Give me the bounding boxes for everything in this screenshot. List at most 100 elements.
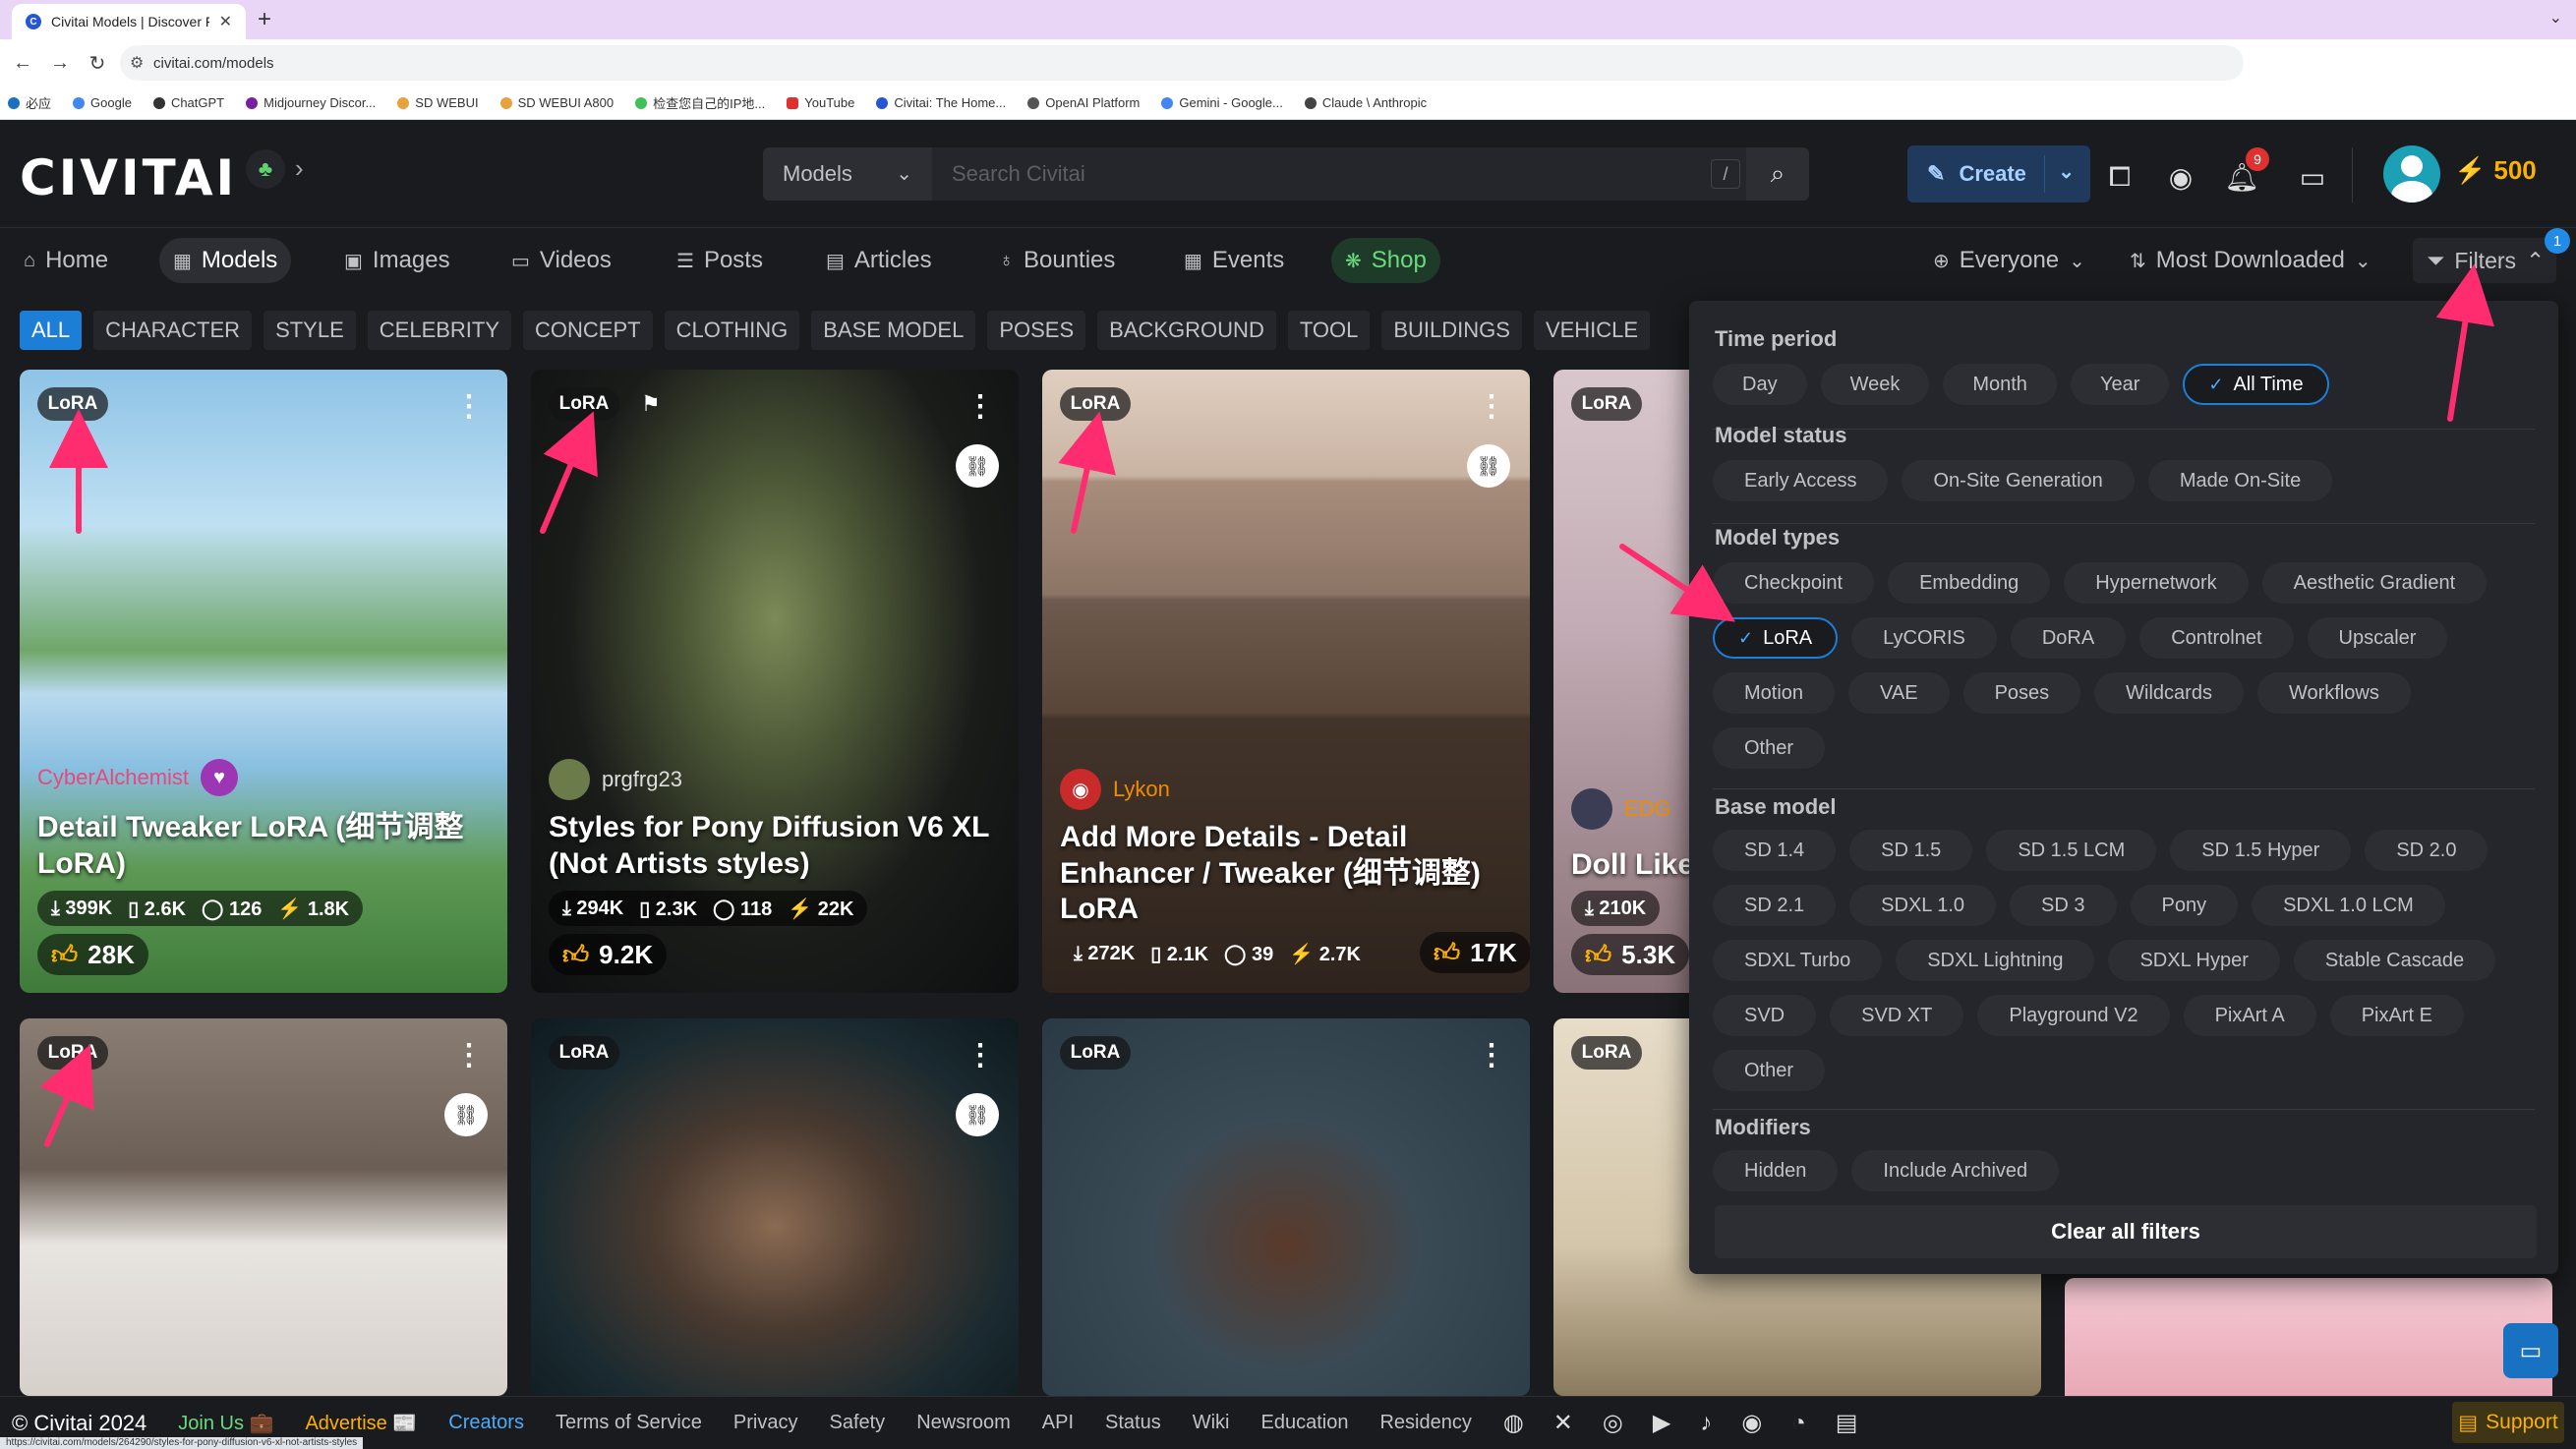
filter-chip-selected[interactable]: ✓ LoRA [1713, 617, 1839, 659]
footer-link-terms[interactable]: Terms of Service [556, 1412, 702, 1434]
filter-chip[interactable]: Early Access [1713, 460, 1889, 501]
reload-icon[interactable]: ↻ [79, 51, 116, 76]
creator-info[interactable]: ◉ Lykon [1060, 769, 1170, 810]
bookmark-item[interactable]: Claude \ Anthropic [1304, 95, 1427, 110]
github-icon[interactable]: ◔ [1791, 1410, 1806, 1437]
chat-icon[interactable]: ▭ [2295, 159, 2330, 195]
category-clothing[interactable]: CLOTHING [664, 311, 800, 350]
twitch-icon[interactable]: ▤ [1836, 1409, 1858, 1437]
category-celebrity[interactable]: CELEBRITY [367, 311, 512, 350]
bookmark-item[interactable]: 必应 [8, 93, 51, 112]
filter-chip[interactable]: Day [1713, 364, 1807, 405]
filter-chip[interactable]: Pony [2130, 885, 2239, 926]
filter-chip[interactable]: SD 1.5 Hyper [2170, 830, 2352, 871]
bookmark-item[interactable]: 检查您自己的IP地... [635, 93, 765, 112]
bookmark-item[interactable]: Civitai: The Home... [876, 95, 1006, 110]
more-menu-icon[interactable]: ⋮ [966, 389, 995, 424]
filter-chip[interactable]: SD 1.4 [1713, 830, 1837, 871]
filter-chip[interactable]: Made On-Site [2147, 460, 2333, 501]
close-tab-icon[interactable]: ✕ [219, 12, 232, 31]
category-background[interactable]: BACKGROUND [1097, 311, 1276, 350]
filter-chip[interactable]: Other [1713, 1050, 1826, 1091]
filter-chip[interactable]: SD 3 [2010, 885, 2117, 926]
instagram-icon[interactable]: ◎ [1603, 1409, 1623, 1437]
filter-chip-selected[interactable]: ✓ All Time [2183, 364, 2329, 405]
footer-link-education[interactable]: Education [1260, 1412, 1348, 1434]
filter-chip[interactable]: Include Archived [1851, 1150, 2060, 1191]
nav-events[interactable]: ▦ Events [1170, 238, 1298, 283]
filter-chip[interactable]: DoRA [2010, 617, 2127, 659]
likes-count[interactable]: 👍︎ 17K [1420, 932, 1530, 973]
more-menu-icon[interactable]: ⋮ [454, 1038, 484, 1072]
filter-chip[interactable]: PixArt A [2183, 995, 2316, 1036]
category-style[interactable]: STYLE [263, 311, 356, 350]
chat-fab-icon[interactable]: ▭ [2503, 1323, 2558, 1378]
tiktok-icon[interactable]: ♪ [1700, 1410, 1712, 1437]
filter-chip[interactable]: Hidden [1713, 1150, 1839, 1191]
model-card[interactable]: LoRA ⋮ ⛓ ◉ Lykon Add More Details - Deta… [1042, 370, 1530, 993]
category-buildings[interactable]: BUILDINGS [1381, 311, 1522, 350]
model-card[interactable]: LoRA ⚑ ⋮ ⛓ prgfrg23 Styles for Pony Diff… [531, 370, 1019, 993]
more-menu-icon[interactable]: ⋮ [1477, 1038, 1506, 1072]
footer-link-wiki[interactable]: Wiki [1193, 1412, 1230, 1434]
filter-chip[interactable]: SD 2.0 [2365, 830, 2488, 871]
user-avatar[interactable] [2383, 145, 2440, 203]
category-all[interactable]: ALL [20, 311, 83, 350]
nav-articles[interactable]: ▤ Articles [812, 238, 946, 283]
filter-chip[interactable]: Motion [1713, 672, 1836, 714]
bookmark-item[interactable]: YouTube [787, 95, 854, 110]
filter-chip[interactable]: SDXL Hyper [2108, 940, 2280, 981]
likes-count[interactable]: 👍︎ 9.2K [549, 934, 668, 975]
nav-posts[interactable]: ☰ Posts [663, 238, 777, 283]
reddit-icon[interactable]: ◉ [1741, 1409, 1762, 1437]
filter-chip[interactable]: SDXL 1.0 LCM [2252, 885, 2445, 926]
creator-info[interactable]: EDG [1571, 788, 1671, 830]
category-concept[interactable]: CONCEPT [523, 311, 653, 350]
url-field[interactable]: ⚙ civitai.com/models [120, 45, 2244, 81]
nav-images[interactable]: ▣ Images [330, 238, 464, 283]
site-settings-icon[interactable]: ⚙ [130, 53, 144, 73]
clear-all-filters-button[interactable]: Clear all filters [1715, 1205, 2537, 1258]
audience-select[interactable]: ⊕ Everyone ⌄ [1919, 238, 2099, 283]
filter-chip[interactable]: PixArt E [2329, 995, 2464, 1036]
create-button[interactable]: ✎ Create ⌄ [1907, 145, 2090, 203]
footer-link-residency[interactable]: Residency [1379, 1412, 1471, 1434]
filter-chip[interactable]: Checkpoint [1713, 562, 1875, 604]
nav-shop[interactable]: ❋ Shop [1331, 238, 1440, 283]
sort-select[interactable]: ⇅ Most Downloaded ⌄ [2116, 238, 2385, 283]
footer-link-join[interactable]: Join Us 💼 [178, 1411, 273, 1435]
footer-link-advertise[interactable]: Advertise 📰 [305, 1411, 417, 1435]
chevron-down-icon[interactable]: ⌄ [2058, 159, 2075, 184]
likes-count[interactable]: 👍︎ 5.3K [1571, 934, 1690, 975]
filter-chip[interactable]: Poses [1962, 672, 2081, 714]
link-icon[interactable]: ⛓ [444, 1093, 488, 1136]
filter-chip[interactable]: SD 2.1 [1713, 885, 1837, 926]
x-twitter-icon[interactable]: ✕ [1553, 1409, 1573, 1437]
upload-screen-icon[interactable]: ⧠ [2102, 159, 2137, 195]
filter-chip[interactable]: SD 1.5 LCM [1986, 830, 2157, 871]
bookmark-item[interactable]: Midjourney Discor... [246, 95, 376, 110]
model-card[interactable]: LoRA ⋮ ⛓ [531, 1018, 1019, 1396]
model-card[interactable]: LoRA ⋮ [1042, 1018, 1530, 1396]
footer-link-safety[interactable]: Safety [829, 1412, 885, 1434]
search-icon[interactable]: ⌕ [1746, 147, 1809, 201]
bookmark-item[interactable]: OpenAI Platform [1027, 95, 1140, 110]
filter-chip[interactable]: Week [1820, 364, 1930, 405]
filter-chip[interactable]: Year [2070, 364, 2170, 405]
filter-chip[interactable]: Wildcards [2094, 672, 2244, 714]
footer-link-api[interactable]: API [1042, 1412, 1074, 1434]
filter-chip[interactable]: Other [1713, 727, 1826, 769]
creator-info[interactable]: prgfrg23 [549, 759, 682, 800]
filter-chip[interactable]: Embedding [1888, 562, 2051, 604]
link-icon[interactable]: ⛓ [956, 444, 999, 488]
filter-chip[interactable]: Aesthetic Gradient [2261, 562, 2488, 604]
bookmark-item[interactable]: ChatGPT [152, 95, 224, 110]
nav-home[interactable]: ⌂ Home [10, 238, 122, 283]
filter-chip[interactable]: Month [1943, 364, 2057, 405]
eye-icon[interactable]: ◉ [2163, 159, 2198, 195]
likes-count[interactable]: 👍︎ 28K [37, 934, 148, 975]
filter-chip[interactable]: Hypernetwork [2064, 562, 2249, 604]
buzz-balance[interactable]: ⚡ 500 [2454, 155, 2537, 186]
event-badge-icon[interactable]: ♣ [246, 149, 285, 189]
discord-icon[interactable]: ◍ [1503, 1409, 1524, 1437]
